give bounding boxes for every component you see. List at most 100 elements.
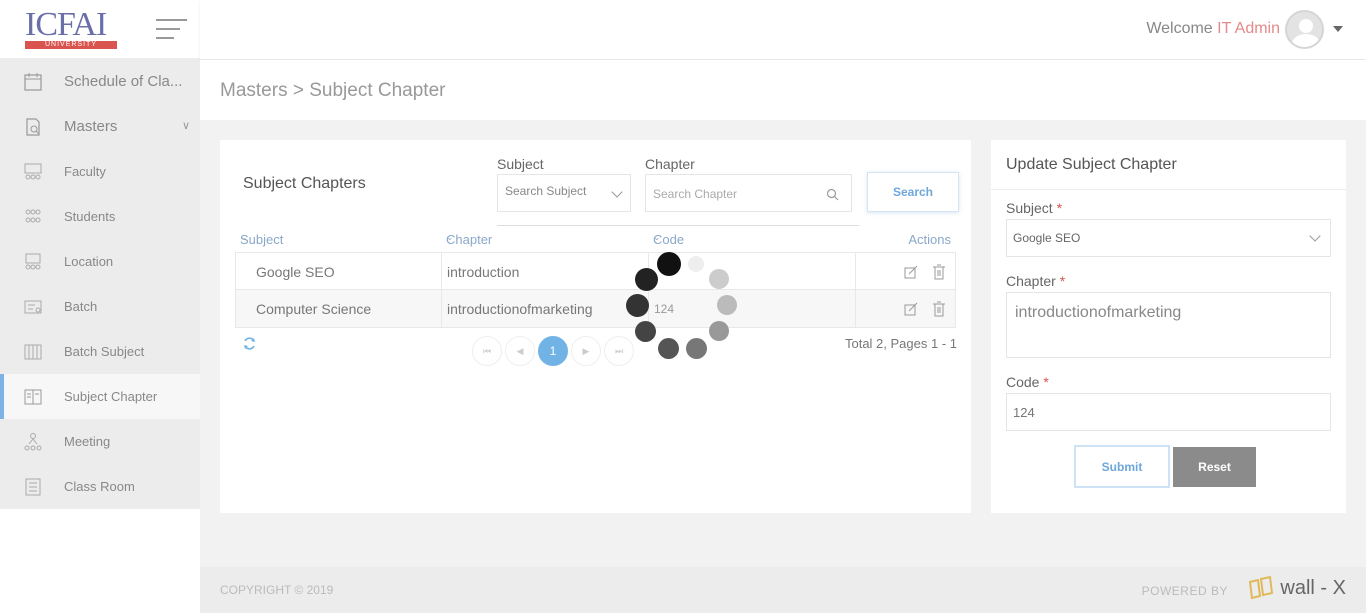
- form-title: Update Subject Chapter: [1006, 156, 1177, 173]
- sidebar-item-label: Subject Chapter: [64, 389, 158, 404]
- sidebar-item-batch-subject[interactable]: Batch Subject: [0, 329, 200, 374]
- chevron-down-icon: [1309, 230, 1321, 242]
- subject-filter-label: Subject: [497, 156, 544, 172]
- sidebar-item-label: Class Room: [64, 479, 135, 494]
- label-text: Subject: [1006, 200, 1053, 216]
- faculty-icon: [22, 161, 44, 183]
- first-page-button[interactable]: ⏮: [472, 336, 502, 366]
- subject-chapters-card: Subject Chapters Subject Search Subject …: [220, 140, 971, 513]
- sidebar-item-label: Schedule of Cla...: [64, 73, 183, 90]
- document-search-icon: [22, 116, 44, 138]
- cell-actions: [856, 253, 957, 290]
- breadcrumb-bar: Masters > Subject Chapter: [200, 60, 1366, 120]
- sidebar-item-label: Faculty: [64, 164, 106, 179]
- cell-chapter: introduction: [442, 253, 649, 290]
- classroom-icon: [22, 476, 44, 498]
- vendor-name: wall - X: [1280, 576, 1346, 599]
- cell-chapter: introductionofmarketing: [442, 290, 649, 327]
- pagination-summary: Total 2, Pages 1 - 1: [844, 336, 957, 351]
- powered-by-text: POWERED BY: [1141, 584, 1228, 598]
- sidebar-item-students[interactable]: Students: [0, 194, 200, 239]
- chapters-table: Google SEO introduction Computer Science…: [235, 252, 956, 328]
- caret-down-icon[interactable]: [1333, 26, 1343, 32]
- vendor-logo[interactable]: wall - X: [1248, 576, 1346, 600]
- reset-button[interactable]: Reset: [1173, 447, 1256, 487]
- user-name[interactable]: IT Admin: [1217, 20, 1280, 37]
- location-icon: [22, 251, 44, 273]
- table-row[interactable]: Computer Science introductionofmarketing…: [235, 290, 956, 328]
- spinner-dot: [686, 338, 707, 359]
- wallx-icon: [1249, 576, 1274, 600]
- batch-icon: [22, 296, 44, 318]
- copyright-text: COPYRIGHT © 2019: [220, 583, 334, 597]
- meeting-icon: [22, 431, 44, 453]
- footer: COPYRIGHT © 2019 POWERED BY wall - X: [200, 567, 1366, 613]
- chevron-down-icon: [611, 186, 623, 198]
- logo-area: ICFAI UNIVERSITY: [0, 0, 200, 59]
- filter-divider: [497, 225, 859, 226]
- sort-icon: ⌄: [653, 232, 661, 242]
- sidebar-item-label: Batch: [64, 299, 98, 314]
- sidebar-menu: Schedule of Cla... Masters ∨ Faculty Stu…: [0, 59, 200, 509]
- sidebar-item-batch[interactable]: Batch: [0, 284, 200, 329]
- delete-icon[interactable]: [931, 301, 947, 317]
- welcome-label: Welcome: [1146, 20, 1213, 37]
- form-divider: [991, 189, 1346, 190]
- sidebar-item-location[interactable]: Location: [0, 239, 200, 284]
- chapter-textarea[interactable]: introductionofmarketing: [1006, 292, 1331, 358]
- subject-select[interactable]: Google SEO: [1006, 219, 1331, 257]
- sidebar-item-subject-chapter[interactable]: Subject Chapter: [0, 374, 200, 419]
- edit-icon[interactable]: [903, 301, 919, 317]
- code-field-label: Code *: [1006, 374, 1049, 390]
- next-page-button[interactable]: ▶: [571, 336, 601, 366]
- cell-actions: [856, 290, 957, 327]
- subject-field-label: Subject *: [1006, 200, 1062, 216]
- welcome-text: Welcome IT Admin: [1146, 20, 1280, 38]
- spinner-dot: [688, 256, 704, 272]
- spinner-dot: [635, 321, 656, 342]
- sidebar-item-masters[interactable]: Masters ∨: [0, 104, 200, 149]
- sidebar-item-label: Meeting: [64, 434, 111, 449]
- sidebar-item-meeting[interactable]: Meeting: [0, 419, 200, 464]
- avatar[interactable]: [1285, 10, 1324, 49]
- book-icon: [22, 386, 44, 408]
- required-mark: *: [1043, 374, 1049, 390]
- label-text: Code: [1006, 374, 1040, 390]
- search-button[interactable]: Search: [867, 172, 959, 212]
- spinner-dot: [717, 295, 737, 315]
- refresh-icon[interactable]: [242, 336, 257, 356]
- cell-subject: Computer Science: [236, 290, 442, 327]
- chapter-filter-label: Chapter: [645, 156, 695, 172]
- subject-filter-select[interactable]: Search Subject: [497, 174, 631, 212]
- current-page-button[interactable]: 1: [538, 336, 568, 366]
- edit-icon[interactable]: [903, 264, 919, 280]
- menu-toggle-icon[interactable]: [156, 19, 187, 39]
- sidebar-item-faculty[interactable]: Faculty: [0, 149, 200, 194]
- spinner-dot: [709, 269, 729, 289]
- spinner-dot: [657, 252, 681, 276]
- table-row[interactable]: Google SEO introduction: [235, 252, 956, 290]
- pagination: ⏮ ◀ 1 ▶ ⏭: [472, 336, 634, 366]
- update-subject-chapter-card: Update Subject Chapter Subject * Google …: [991, 140, 1346, 513]
- top-header: Welcome IT Admin: [200, 0, 1366, 59]
- sidebar-item-schedule[interactable]: Schedule of Cla...: [0, 59, 200, 104]
- prev-page-button[interactable]: ◀: [505, 336, 535, 366]
- breadcrumb: Masters > Subject Chapter: [220, 80, 446, 101]
- submit-button[interactable]: Submit: [1074, 445, 1170, 488]
- spinner-dot: [709, 321, 729, 341]
- sidebar-item-label: Masters: [64, 118, 118, 135]
- sort-icon: ⌄: [446, 232, 454, 242]
- delete-icon[interactable]: [931, 264, 947, 280]
- code-input[interactable]: 124: [1006, 393, 1331, 431]
- column-header-actions: Actions: [908, 232, 951, 247]
- chevron-down-icon: ∨: [181, 120, 190, 132]
- university-logo[interactable]: ICFAI UNIVERSITY: [25, 7, 117, 49]
- spinner-dot: [658, 338, 679, 359]
- required-mark: *: [1059, 273, 1066, 289]
- sidebar-item-label: Location: [64, 254, 114, 269]
- sidebar-item-label: Batch Subject: [64, 344, 145, 359]
- subject-filter-placeholder: Search Subject: [505, 184, 587, 198]
- chapter-search-input[interactable]: Search Chapter: [645, 174, 852, 212]
- required-mark: *: [1056, 200, 1063, 216]
- sidebar-item-class-room[interactable]: Class Room: [0, 464, 200, 509]
